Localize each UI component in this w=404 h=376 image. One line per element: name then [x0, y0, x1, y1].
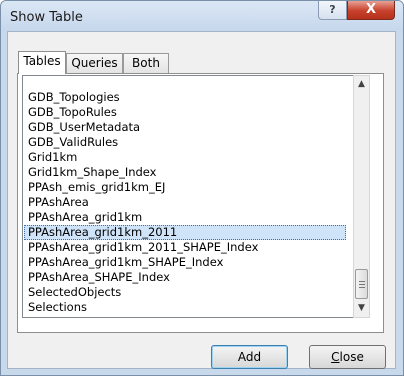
close-button[interactable]: Close: [309, 345, 386, 369]
help-button[interactable]: ?: [318, 1, 347, 20]
close-label-rest: lose: [339, 350, 364, 364]
list-item[interactable]: PPAsh_emis_grid1km_EJ: [25, 180, 168, 195]
list-item[interactable]: PPAshArea_grid1km: [25, 210, 145, 225]
list-item[interactable]: SelectedObjects: [25, 285, 124, 300]
list-item[interactable]: GDB_Topologies: [25, 90, 123, 105]
scroll-down-icon[interactable]: ▼: [354, 300, 369, 317]
scrollbar-thumb[interactable]: [355, 269, 368, 299]
window-close-button[interactable]: X: [347, 1, 395, 20]
grip-line: [359, 284, 365, 285]
list-item[interactable]: PPAshArea_SHAPE_Index: [25, 270, 173, 285]
grip-line: [359, 281, 365, 282]
dialog-body: Tables Queries Both GDB_Topologies GDB_T…: [7, 31, 396, 369]
table-list[interactable]: GDB_Topologies GDB_TopoRules GDB_UserMet…: [22, 75, 353, 318]
show-table-dialog: Show Table ? X Tables Queries Both GDB_T…: [0, 0, 404, 376]
title-bar[interactable]: Show Table ? X: [1, 1, 403, 31]
tab-both[interactable]: Both: [123, 53, 169, 73]
tab-queries[interactable]: Queries: [66, 53, 123, 73]
list-item[interactable]: GDB_ValidRules: [25, 135, 121, 150]
list-item[interactable]: GDB_TopoRules: [25, 105, 120, 120]
list-item[interactable]: Grid1km: [25, 150, 80, 165]
list-item[interactable]: PPAshArea: [25, 195, 92, 210]
list-scrollbar[interactable]: ▲ ▼: [353, 75, 370, 318]
list-item[interactable]: GDB_UserMetadata: [25, 120, 143, 135]
list-item[interactable]: Grid1km_Shape_Index: [25, 165, 159, 180]
scroll-up-icon[interactable]: ▲: [354, 76, 369, 93]
list-item-selected[interactable]: PPAshArea_grid1km_2011: [24, 225, 346, 240]
list-item[interactable]: PPAshArea_grid1km_SHAPE_Index: [25, 255, 226, 270]
close-accesskey: C: [331, 350, 340, 364]
list-item[interactable]: Selections: [25, 300, 90, 315]
grip-line: [359, 287, 365, 288]
list-item[interactable]: PPAshArea_grid1km_2011_SHAPE_Index: [25, 240, 261, 255]
window-title: Show Table: [10, 10, 83, 25]
add-button[interactable]: Add: [211, 345, 288, 369]
tab-tables[interactable]: Tables: [18, 51, 66, 74]
